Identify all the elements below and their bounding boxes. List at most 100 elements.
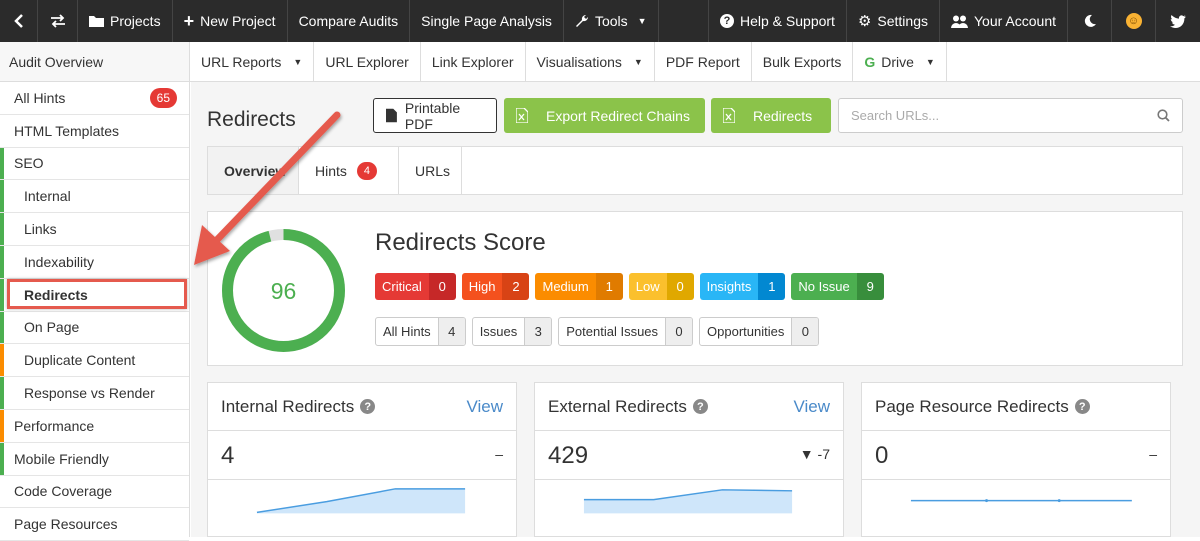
sidebar-item-html-templates[interactable]: HTML Templates <box>0 115 189 148</box>
hint-filter-issues[interactable]: Issues 3 <box>471 317 553 346</box>
sparkline <box>208 479 516 514</box>
sparkline <box>862 479 1170 503</box>
audit-overview-link[interactable]: Audit Overview <box>0 42 190 81</box>
hint-filter-potential-issues[interactable]: Potential Issues 0 <box>558 317 694 346</box>
hint-label: Opportunities <box>707 324 785 339</box>
sidebar-item-code-coverage[interactable]: Code Coverage <box>0 476 189 509</box>
folder-icon <box>89 16 104 27</box>
severity-pill-high[interactable]: High 2 <box>461 273 530 300</box>
dark-mode-toggle[interactable] <box>1068 0 1112 42</box>
twitter-icon <box>1170 14 1186 28</box>
metric-delta: ▼ -7 <box>799 446 830 462</box>
status-bar <box>0 409 4 442</box>
sidebar-item-label: On Page <box>24 319 80 336</box>
url-explorer-link[interactable]: URL Explorer <box>314 42 421 81</box>
projects-menu[interactable]: Projects <box>78 0 173 42</box>
emoji-button[interactable]: ☺ <box>1112 0 1156 42</box>
tools-menu[interactable]: Tools ▼ <box>564 0 659 42</box>
printable-pdf-label: Printable PDF <box>404 99 461 132</box>
account-button[interactable]: Your Account <box>940 0 1068 42</box>
single-page-label: Single Page Analysis <box>421 13 552 29</box>
hint-label: Issues <box>479 324 518 339</box>
settings-button[interactable]: ⚙ Settings <box>847 0 940 42</box>
pdf-report-link[interactable]: PDF Report <box>655 42 752 81</box>
search-urls-input[interactable]: Search URLs... <box>838 98 1183 133</box>
pill-count: 1 <box>758 273 786 300</box>
hint-type-filters: All Hints 4 Issues 3 Potential Issues 0 Opport… <box>375 317 820 346</box>
tab-urls[interactable]: URLs <box>399 147 462 194</box>
metric-delta: – <box>495 446 503 462</box>
help-icon[interactable]: ? <box>360 399 376 414</box>
status-bar <box>0 377 4 409</box>
severity-pill-critical[interactable]: Critical 0 <box>375 273 456 300</box>
visualisations-menu[interactable]: Visualisations ▼ <box>526 42 655 81</box>
plus-icon: + <box>183 10 195 31</box>
view-link[interactable]: View <box>793 397 830 417</box>
tab-label: URLs <box>415 162 451 179</box>
page-title: Redirects <box>207 108 296 131</box>
sidebar-item-response-vs-render[interactable]: Response vs Render <box>0 377 189 410</box>
sidebar-item-label: Response vs Render <box>24 385 155 402</box>
main-content: Redirects Printable PDF Export Redirect … <box>191 82 1200 537</box>
severity-pill-no-issue[interactable]: No Issue 9 <box>791 273 884 300</box>
pill-count: 2 <box>502 273 530 300</box>
sidebar-item-on-page[interactable]: On Page <box>0 311 189 345</box>
sidebar-item-duplicate-content[interactable]: Duplicate Content <box>0 344 189 378</box>
card-title: Internal Redirects <box>221 396 355 416</box>
view-link[interactable]: View <box>466 397 503 417</box>
card-header: Internal Redirects ? View <box>208 383 516 431</box>
sidebar-item-links[interactable]: Links <box>0 213 189 246</box>
severity-pill-medium[interactable]: Medium 1 <box>535 273 623 300</box>
sidebar-item-indexability[interactable]: Indexability <box>0 245 189 279</box>
tab-overview[interactable]: Overview <box>208 147 299 194</box>
metric-value: 0 <box>875 442 889 469</box>
help-support-button[interactable]: ? Help & Support <box>708 0 847 42</box>
hint-label: All Hints <box>383 324 431 339</box>
sidebar-item-seo[interactable]: SEO <box>0 147 189 181</box>
sidebar-item-internal[interactable]: Internal <box>0 180 189 214</box>
card-title: External Redirects <box>548 396 687 416</box>
pill-label: High <box>461 273 503 300</box>
sidebar-item-label: SEO <box>14 155 44 172</box>
status-bar <box>0 442 4 475</box>
hint-filter-opportunities[interactable]: Opportunities 0 <box>699 317 820 346</box>
sidebar-item-all-hints[interactable]: All Hints 65 <box>0 82 189 115</box>
metric-value: 4 <box>221 442 235 469</box>
single-page-analysis-button[interactable]: Single Page Analysis <box>410 0 564 42</box>
pill-count: 9 <box>856 273 884 300</box>
bulk-exports-link[interactable]: Bulk Exports <box>752 42 854 81</box>
swap-button[interactable] <box>38 0 78 42</box>
hint-filter-all-hints[interactable]: All Hints 4 <box>375 317 466 346</box>
score-card: 96 Redirects Score Critical 0 High 2 Medium 1… <box>207 211 1183 366</box>
help-icon[interactable]: ? <box>692 399 708 414</box>
back-button[interactable] <box>0 0 38 42</box>
drive-label: Drive <box>881 53 914 70</box>
metric-delta: – <box>1149 446 1157 462</box>
new-project-button[interactable]: + New Project <box>173 0 288 42</box>
score-title: Redirects Score <box>375 229 546 256</box>
help-icon[interactable]: ? <box>1074 399 1090 414</box>
export-redirect-chains-button[interactable]: Export Redirect Chains <box>504 98 705 133</box>
printable-pdf-button[interactable]: Printable PDF <box>373 98 497 133</box>
highlight-box <box>7 279 187 309</box>
link-explorer-link[interactable]: Link Explorer <box>421 42 526 81</box>
compare-audits-button[interactable]: Compare Audits <box>288 0 411 42</box>
score-value: 96 <box>271 278 297 304</box>
severity-pill-low[interactable]: Low 0 <box>628 273 694 300</box>
drive-menu[interactable]: G Drive ▼ <box>853 42 947 81</box>
file-icon <box>386 108 397 123</box>
hint-count: 3 <box>524 318 552 345</box>
hint-count-badge: 65 <box>149 87 177 108</box>
sidebar-item-mobile-friendly[interactable]: Mobile Friendly <box>0 442 189 476</box>
twitter-button[interactable] <box>1156 0 1200 42</box>
url-reports-menu[interactable]: URL Reports ▼ <box>190 42 315 81</box>
sidebar-item-page-resources[interactable]: Page Resources <box>0 508 189 541</box>
caret-down-icon: ▼ <box>633 56 643 67</box>
card-header: External Redirects ? View <box>535 383 843 431</box>
severity-pill-insights[interactable]: Insights 1 <box>699 273 786 300</box>
redirects-export-button[interactable]: Redirects <box>711 98 831 133</box>
tab-hints[interactable]: Hints 4 <box>299 147 399 194</box>
internal-redirects-card: Internal Redirects ? View 4 – <box>207 382 517 537</box>
sidebar-item-performance[interactable]: Performance <box>0 409 189 443</box>
caret-down-icon: ▼ <box>637 16 647 26</box>
